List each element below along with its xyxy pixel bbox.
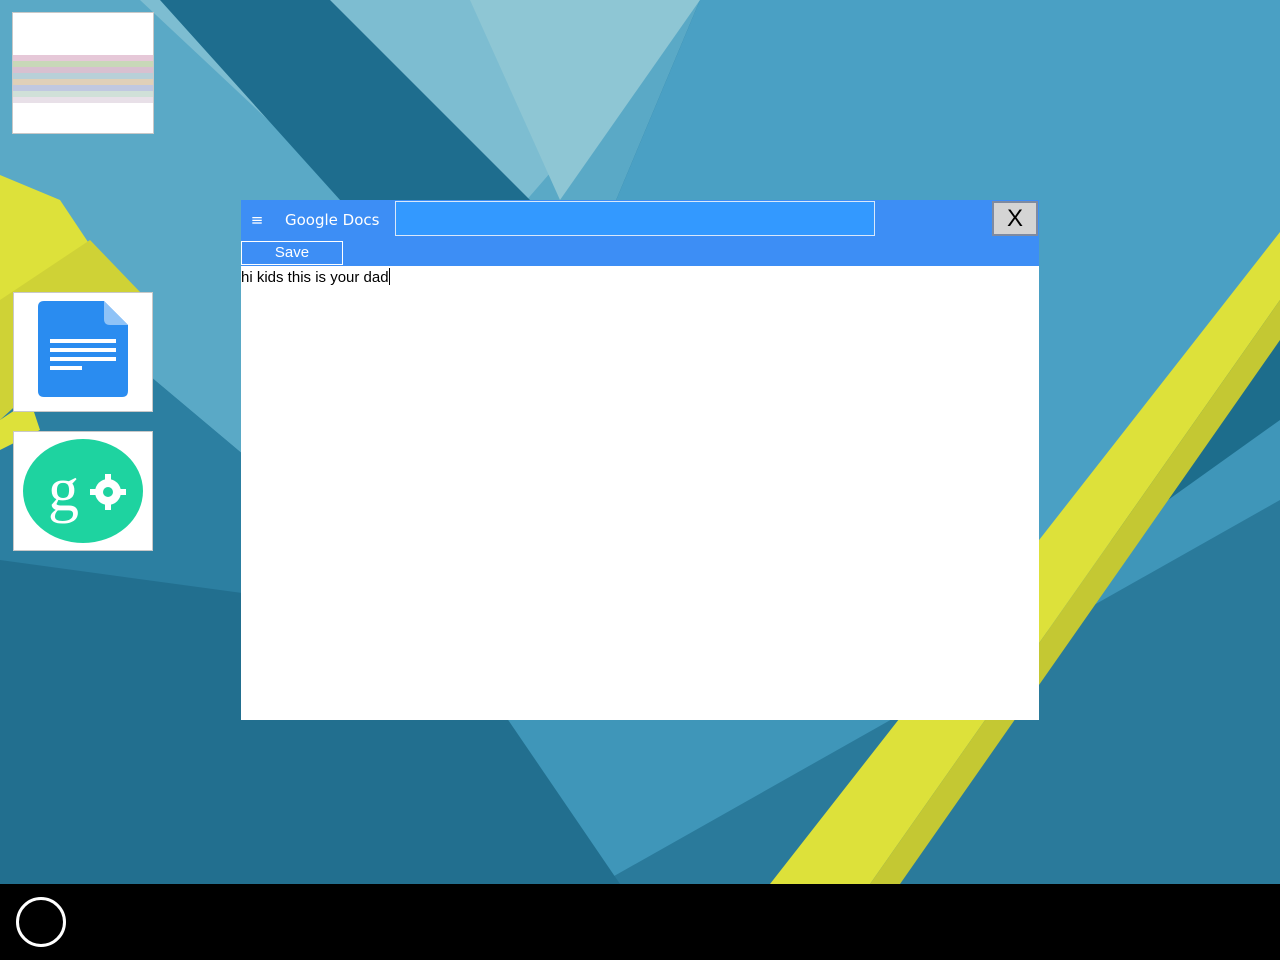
window-title-bar: ≡ Google Docs X [241,200,1039,240]
document-title-input[interactable] [395,201,875,236]
thumbnail-preview-icon [13,13,153,133]
text-caret [388,268,390,285]
close-button[interactable]: X [992,201,1038,236]
google-settings-icon: g [23,439,143,543]
document-editor[interactable]: hi kids this is your dad [241,267,1039,720]
thumbnail-desktop-icon[interactable] [12,12,154,134]
app-title: Google Docs [285,211,380,229]
svg-text:g: g [48,456,79,524]
document-text: hi kids this is your dad [241,269,389,286]
google-docs-window: ≡ Google Docs X Save hi kids this is you… [241,200,1039,720]
desktop: g ≡ Google Docs X Save hi kids this is y… [0,0,1280,884]
google-docs-desktop-icon[interactable] [13,292,153,412]
google-docs-icon [38,301,128,397]
window-toolbar: Save [241,240,1039,266]
taskbar [0,884,1280,960]
start-button[interactable] [16,897,66,947]
save-button[interactable]: Save [241,241,343,265]
google-settings-desktop-icon[interactable]: g [13,431,153,551]
hamburger-menu-icon[interactable]: ≡ [247,210,267,230]
